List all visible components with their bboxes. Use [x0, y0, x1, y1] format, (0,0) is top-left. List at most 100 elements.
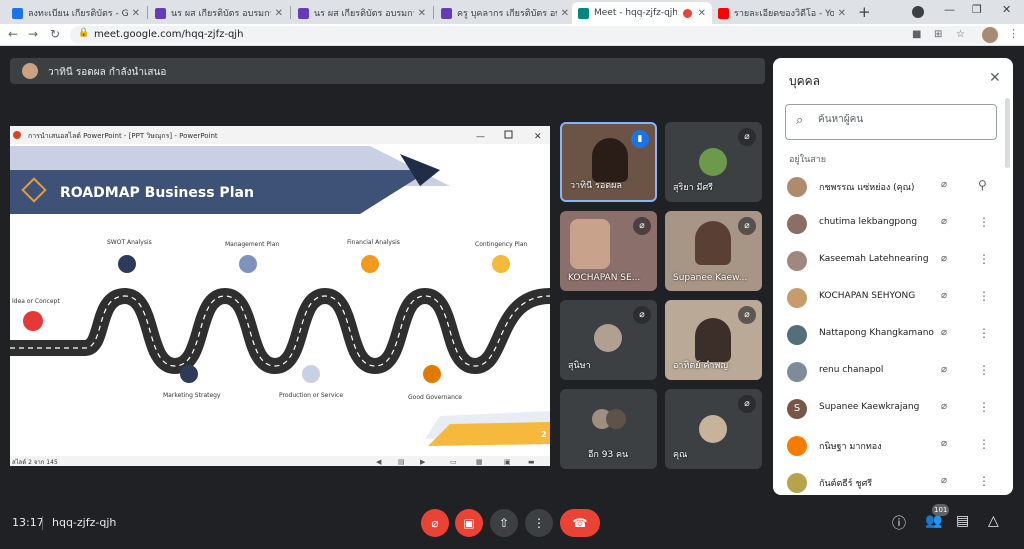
- mic-off-icon[interactable]: ⌀: [941, 179, 947, 190]
- participant-name: สุริยา มีศรี: [673, 183, 713, 193]
- marker-marketing: [180, 365, 198, 383]
- more-options-icon[interactable]: ⋮: [978, 252, 990, 266]
- more-options-button[interactable]: ⋮: [525, 509, 553, 537]
- present-button[interactable]: ⇧: [490, 509, 518, 537]
- slide-status: สไลด์ 2 จาก 145: [12, 458, 58, 466]
- participant-row[interactable]: Nattapong Khangkamano ⌀ ⋮: [773, 316, 1013, 353]
- close-icon[interactable]: ✕: [132, 8, 140, 19]
- browser-tab-meet[interactable]: Meet - hqq-zjfz-qjh ✕: [572, 2, 712, 24]
- participant-row[interactable]: Kaseemah Latehnearing ⌀ ⋮: [773, 242, 1013, 279]
- browser-tab-3[interactable]: นร ผส เกียรติบัตร อบรมการเขียน ✕: [292, 2, 432, 24]
- close-icon[interactable]: ✕: [698, 8, 706, 19]
- close-icon[interactable]: ✕: [418, 8, 426, 19]
- mic-toggle-button[interactable]: ⌀: [421, 509, 449, 537]
- tab-title: ครู บุคลากร เกียรติบัตร อบรมก: [457, 9, 557, 19]
- browser-tab-youtube[interactable]: รายละเอียดของวิดีโอ - YouTube ✕: [712, 2, 852, 24]
- reload-icon[interactable]: ↻: [50, 27, 60, 41]
- mic-off-icon[interactable]: ⌀: [941, 401, 947, 412]
- translate-icon[interactable]: ⊞: [934, 29, 942, 40]
- more-options-icon[interactable]: ⋮: [978, 400, 990, 414]
- more-options-icon[interactable]: ⋮: [978, 215, 990, 229]
- back-icon[interactable]: ←: [8, 27, 18, 41]
- pin-icon[interactable]: ⚲: [978, 178, 987, 192]
- close-window-icon[interactable]: ✕: [1002, 3, 1011, 16]
- minimize-icon[interactable]: —: [944, 3, 955, 16]
- participant-row[interactable]: KOCHAPAN SEHYONG ⌀ ⋮: [773, 279, 1013, 316]
- participant-tile[interactable]: ⌀ สุนิษา: [560, 300, 657, 380]
- mic-off-icon[interactable]: ⌀: [941, 364, 947, 375]
- close-icon[interactable]: ✕: [838, 8, 846, 19]
- maximize-icon[interactable]: ❐: [972, 3, 982, 16]
- mic-off-icon[interactable]: ⌀: [941, 438, 947, 449]
- camera-icon[interactable]: ■: [912, 29, 921, 40]
- participant-tile[interactable]: ▮ วาทินี รอดผล: [560, 122, 657, 202]
- participant-tile[interactable]: ⌀ KOCHAPAN SE...: [560, 211, 657, 291]
- presentation-slide[interactable]: การนำเสนอสไลด์ PowerPoint - [PPT วิษณุกร…: [10, 126, 550, 466]
- youtube-icon: [718, 7, 729, 19]
- speaking-indicator-icon: ▮: [631, 130, 649, 148]
- present-screen-icon: ⇧: [498, 516, 510, 530]
- tab-title: นร ผส เกียรติบัตร อบรมการเขียน: [314, 9, 414, 19]
- scrollbar[interactable]: [1005, 98, 1010, 168]
- mic-off-icon[interactable]: ⌀: [941, 253, 947, 264]
- avatar: [787, 214, 807, 234]
- more-options-icon[interactable]: ⋮: [978, 326, 990, 340]
- more-options-icon[interactable]: ⋮: [978, 363, 990, 377]
- mic-off-icon: ⌀: [431, 516, 439, 530]
- meeting-code: hqq-zjfz-qjh: [52, 516, 117, 529]
- step-label: Good Governance: [408, 394, 462, 401]
- mic-off-icon[interactable]: ⌀: [941, 475, 947, 486]
- avatar[interactable]: [982, 27, 998, 43]
- more-options-icon[interactable]: ⋮: [978, 437, 990, 451]
- avatar: [787, 325, 807, 345]
- participant-tile[interactable]: ⌀ สุริยา มีศรี: [665, 122, 762, 202]
- search-icon: ⌕: [796, 113, 804, 128]
- prev-slide-icon: ◀: [376, 458, 382, 466]
- meeting-details-icon[interactable]: ⓘ: [892, 513, 906, 533]
- browser-tab-4[interactable]: ครู บุคลากร เกียรติบัตร อบรมก ✕: [435, 2, 575, 24]
- close-icon[interactable]: ✕: [275, 8, 283, 19]
- mic-off-icon: ⌀: [738, 306, 756, 324]
- people-search[interactable]: ⌕: [785, 104, 997, 140]
- more-options-icon[interactable]: ⋮: [978, 289, 990, 303]
- lock-icon[interactable]: 🔒: [78, 28, 89, 38]
- marker-production: [302, 365, 320, 383]
- participant-row[interactable]: chutima lekbangpong ⌀ ⋮: [773, 205, 1013, 242]
- sorter-view-icon: ▦: [476, 458, 483, 466]
- self-tile[interactable]: ⌀ คุณ: [665, 389, 762, 469]
- participant-tile[interactable]: ⌀ Supanee Kaew...: [665, 211, 762, 291]
- url-field[interactable]: 🔒 meet.google.com/hqq-zjfz-qjh ■ ⊞ ☆: [70, 26, 1000, 44]
- clock: 13:17: [12, 516, 44, 529]
- camera-toggle-button[interactable]: ▣: [455, 509, 483, 537]
- participant-row[interactable]: กันต์ตธีร์ ชูศรี ⌀ ⋮: [773, 464, 1013, 495]
- close-icon[interactable]: ✕: [561, 8, 569, 19]
- profile-menu-icon[interactable]: [912, 6, 924, 18]
- participant-row[interactable]: กชพรรณ แซ่หย่อง (คุณ) ⌀ ⚲: [773, 168, 1013, 205]
- participant-name: Supanee Kaewkrajang: [819, 402, 920, 412]
- mic-off-icon[interactable]: ⌀: [941, 327, 947, 338]
- forward-icon[interactable]: →: [28, 27, 38, 41]
- participant-name: กนิษฐา มากทอง: [819, 442, 882, 452]
- close-icon[interactable]: ✕: [989, 70, 1001, 86]
- participant-row[interactable]: S Supanee Kaewkrajang ⌀ ⋮: [773, 390, 1013, 427]
- participant-name: คุณ: [673, 450, 688, 460]
- leave-call-button[interactable]: ☎: [560, 509, 600, 537]
- participant-name: กันต์ตธีร์ ชูศรี: [819, 479, 873, 489]
- others-tile[interactable]: อีก 93 คน: [560, 389, 657, 469]
- browser-tab-2[interactable]: นร ผส เกียรติบัตร อบรมการเขียน ✕: [149, 2, 289, 24]
- browser-tab-1[interactable]: ลงทะเบียน เกียรติบัตร - Google ✕: [6, 2, 146, 24]
- participant-tile[interactable]: ⌀ อาทิตย์ คำพญ: [665, 300, 762, 380]
- search-input[interactable]: [818, 114, 988, 125]
- mic-off-icon[interactable]: ⌀: [941, 216, 947, 227]
- bookmark-star-icon[interactable]: ☆: [956, 29, 965, 40]
- mic-off-icon[interactable]: ⌀: [941, 290, 947, 301]
- participant-row[interactable]: renu chanapol ⌀ ⋮: [773, 353, 1013, 390]
- step-label: Management Plan: [225, 241, 279, 248]
- more-options-icon[interactable]: ⋮: [978, 474, 990, 488]
- participant-name: กชพรรณ แซ่หย่อง (คุณ): [819, 183, 915, 193]
- chat-icon[interactable]: ▤: [956, 513, 969, 529]
- new-tab-icon[interactable]: +: [858, 3, 871, 21]
- activities-icon[interactable]: △: [988, 513, 999, 529]
- more-menu-icon[interactable]: ⋮: [1008, 27, 1019, 40]
- participant-row[interactable]: กนิษฐา มากทอง ⌀ ⋮: [773, 427, 1013, 464]
